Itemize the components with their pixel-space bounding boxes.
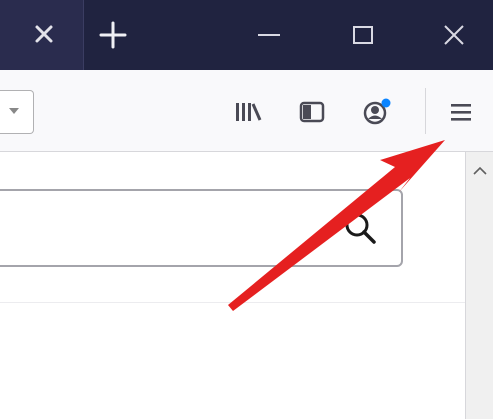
title-bar xyxy=(0,0,493,70)
open-menu-button[interactable] xyxy=(444,95,478,129)
window-close-icon[interactable] xyxy=(443,24,465,46)
maximize-icon[interactable] xyxy=(353,26,373,44)
toolbar-separator xyxy=(425,88,426,134)
library-button[interactable] xyxy=(231,95,265,129)
vertical-scrollbar[interactable] xyxy=(465,152,493,419)
content-divider xyxy=(0,302,465,303)
hamburger-menu-icon xyxy=(451,104,471,121)
navigation-toolbar xyxy=(0,70,493,152)
chevron-down-icon[interactable] xyxy=(9,106,19,116)
account-icon xyxy=(363,98,391,125)
search-input[interactable] xyxy=(0,189,403,267)
sidebar-button[interactable] xyxy=(295,95,329,129)
new-tab-icon[interactable] xyxy=(98,20,128,50)
url-bar[interactable] xyxy=(0,90,34,134)
scroll-up-button[interactable] xyxy=(466,160,493,182)
page-content xyxy=(0,152,465,419)
chevron-up-icon xyxy=(472,166,487,175)
sidebar-icon xyxy=(299,101,325,123)
search-icon[interactable] xyxy=(341,209,381,249)
library-icon xyxy=(236,103,262,121)
tab-close-icon[interactable] xyxy=(32,22,56,46)
account-button[interactable] xyxy=(360,95,394,129)
minimize-icon[interactable] xyxy=(258,34,280,36)
browser-tab[interactable] xyxy=(0,0,84,70)
